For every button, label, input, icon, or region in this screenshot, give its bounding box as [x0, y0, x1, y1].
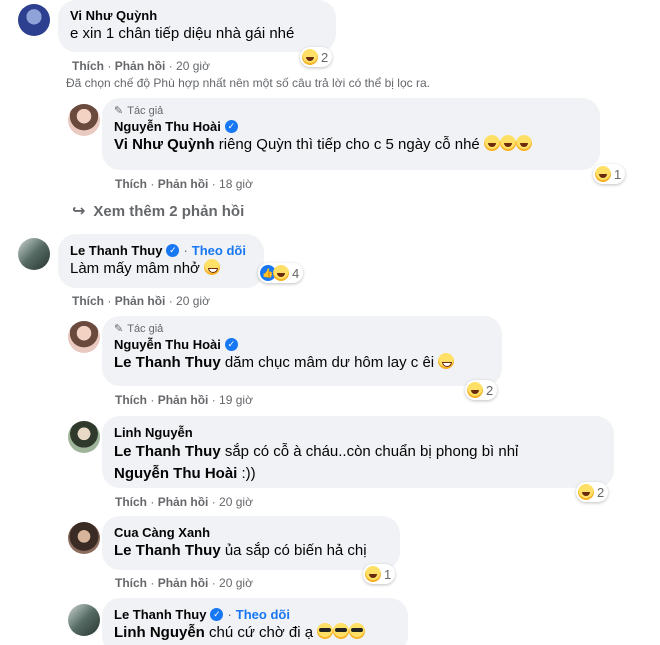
reply-arrow-icon: ↪	[72, 203, 86, 220]
comment-bubble: ✎ Tác giả Nguyễn Thu Hoài ✓ Vi Như Quỳnh…	[102, 98, 600, 170]
verified-icon: ✓	[224, 338, 238, 351]
avatar[interactable]	[68, 104, 100, 136]
avatar[interactable]	[68, 421, 100, 453]
like-button[interactable]: Thích	[115, 393, 147, 407]
avatar[interactable]	[68, 604, 100, 636]
like-button[interactable]: Thích	[72, 59, 104, 73]
like-button[interactable]: Thích	[115, 495, 147, 509]
comment-author[interactable]: Cua Càng Xanh	[114, 524, 388, 541]
comment-bubble: Vi Như Quỳnh e xin 1 chân tiếp diệu nhà …	[58, 0, 336, 52]
follow-button[interactable]: Theo dõi	[192, 242, 246, 259]
comment-author[interactable]: Vi Như Quỳnh	[70, 7, 324, 24]
reply-button[interactable]: Phản hồi	[158, 576, 209, 590]
reaction-count[interactable]: 1	[593, 164, 626, 184]
comment-bubble: Linh Nguyễn Le Thanh Thuy sắp có cỗ à ch…	[102, 416, 614, 488]
haha-icon	[595, 166, 611, 182]
comment-author[interactable]: Nguyễn Thu Hoài ✓	[114, 336, 490, 353]
reply-button[interactable]: Phản hồi	[115, 59, 166, 73]
reaction-count[interactable]: 1	[363, 564, 396, 584]
comment-bubble: Le Thanh Thuy ✓ · Theo dõi Làm mấy mâm n…	[58, 234, 264, 288]
reaction-count[interactable]: 2	[576, 482, 609, 502]
haha-icon	[467, 382, 483, 398]
comment-bubble: Le Thanh Thuy ✓ · Theo dõi Linh Nguyễn c…	[102, 598, 408, 645]
comment-actions: Thích · Phản hồi · 19 giờ	[115, 393, 253, 407]
like-button[interactable]: Thích	[115, 576, 147, 590]
reaction-count[interactable]: 2	[300, 47, 333, 67]
author-badge: ✎ Tác giả	[114, 105, 164, 117]
timestamp[interactable]: 20 giờ	[176, 59, 210, 73]
haha-icon	[302, 49, 318, 65]
comment-bubble: Cua Càng Xanh Le Thanh Thuy ủa sắp có bi…	[102, 516, 400, 570]
author-badge: ✎ Tác giả	[114, 323, 164, 335]
timestamp[interactable]: 19 giờ	[219, 393, 253, 407]
comment-actions: Thích · Phản hồi · 18 giờ	[115, 177, 253, 191]
haha-icon	[273, 265, 289, 281]
comment-bubble: ✎ Tác giả Nguyễn Thu Hoài ✓ Le Thanh Thu…	[102, 316, 502, 386]
haha-icon	[578, 484, 594, 500]
comment-actions: Thích · Phản hồi · 20 giờ	[115, 576, 253, 590]
sunglasses-emoji-icon	[349, 623, 366, 639]
timestamp[interactable]: 20 giờ	[219, 576, 253, 590]
timestamp[interactable]: 18 giờ	[219, 177, 253, 191]
reaction-count[interactable]: 👍 4	[258, 263, 304, 283]
timestamp[interactable]: 20 giờ	[219, 495, 253, 509]
avatar[interactable]	[68, 522, 100, 554]
comment-actions: Thích · Phản hồi · 20 giờ	[115, 495, 253, 509]
timestamp[interactable]: 20 giờ	[176, 294, 210, 308]
winking-emoji-icon	[438, 353, 455, 369]
verified-icon: ✓	[166, 244, 180, 257]
mention-link[interactable]: Nguyễn Thu Hoài	[114, 465, 237, 482]
comment-author[interactable]: Le Thanh Thuy ✓ · Theo dõi	[70, 242, 252, 259]
laughing-emoji-icon	[483, 135, 500, 151]
reply-button[interactable]: Phản hồi	[158, 177, 209, 191]
avatar[interactable]	[68, 321, 100, 353]
follow-button[interactable]: Theo dõi	[236, 606, 290, 623]
reaction-count[interactable]: 2	[465, 380, 498, 400]
see-more-replies-link[interactable]: ↪ Xem thêm 2 phản hồi	[72, 201, 244, 221]
comment-actions: Thích · Phản hồi · 20 giờ	[72, 294, 210, 308]
laughing-emoji-icon	[499, 135, 516, 151]
comment-text: Làm mấy mâm nhở	[70, 259, 252, 279]
laughing-emoji-icon	[515, 135, 532, 151]
comment-text: Vi Như Quỳnh riêng Quỳn thì tiếp cho c 5…	[114, 135, 588, 155]
pen-icon: ✎	[114, 323, 124, 335]
comment-text: Le Thanh Thuy ủa sắp có biến hả chị	[114, 542, 367, 559]
sunglasses-emoji-icon	[317, 623, 334, 639]
mention-link[interactable]: Le Thanh Thuy	[114, 542, 221, 559]
mention-link[interactable]: Le Thanh Thuy	[114, 354, 221, 371]
mention-link[interactable]: Vi Như Quỳnh	[114, 136, 215, 153]
haha-icon	[365, 566, 381, 582]
avatar[interactable]	[18, 238, 50, 270]
mention-link[interactable]: Linh Nguyễn	[114, 624, 205, 641]
reply-button[interactable]: Phản hồi	[158, 393, 209, 407]
grinning-emoji-icon	[204, 259, 221, 275]
comment-actions: Thích · Phản hồi · 20 giờ	[72, 59, 210, 73]
comment-author[interactable]: Nguyễn Thu Hoài ✓	[114, 118, 588, 135]
mention-link[interactable]: Le Thanh Thuy	[114, 443, 221, 460]
reply-button[interactable]: Phản hồi	[115, 294, 166, 308]
comment-text: Linh Nguyễn chú cứ chờ đi ạ	[114, 623, 396, 643]
verified-icon: ✓	[210, 608, 224, 621]
comment-text: Le Thanh Thuy dăm chục mâm dư hôm lay c …	[114, 353, 490, 373]
like-button[interactable]: Thích	[115, 177, 147, 191]
reply-button[interactable]: Phản hồi	[158, 495, 209, 509]
avatar[interactable]	[18, 4, 50, 36]
comment-text: Le Thanh Thuy sắp có cỗ à cháu..còn chuẩ…	[114, 443, 519, 482]
comment-author[interactable]: Le Thanh Thuy ✓ · Theo dõi	[114, 606, 396, 623]
comment-author[interactable]: Linh Nguyễn	[114, 424, 602, 441]
filter-notice: Đã chọn chế độ Phù hợp nhất nên một số c…	[66, 76, 430, 90]
like-button[interactable]: Thích	[72, 294, 104, 308]
comment-text: e xin 1 chân tiếp diệu nhà gái nhé	[70, 25, 295, 42]
pen-icon: ✎	[114, 105, 124, 117]
sunglasses-emoji-icon	[333, 623, 350, 639]
verified-icon: ✓	[224, 120, 238, 133]
